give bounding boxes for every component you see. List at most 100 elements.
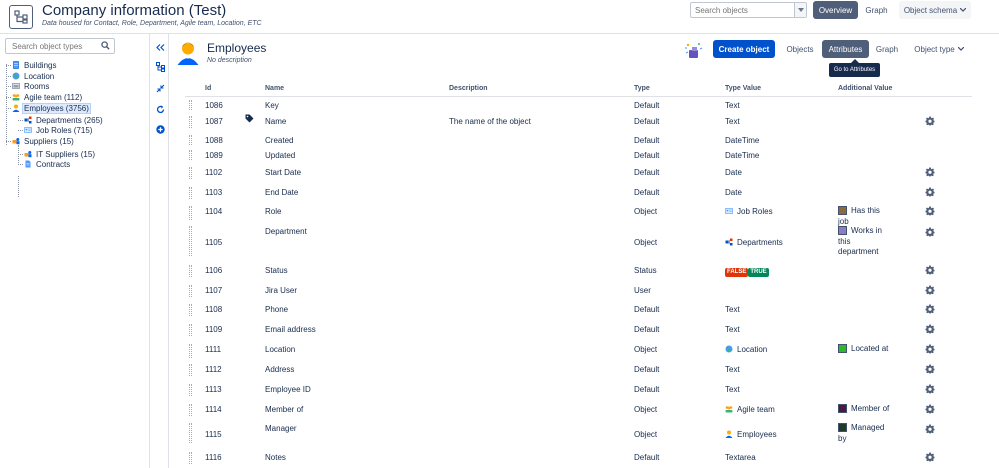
table-row[interactable]: 1087 Name The name of the object Default Tex…: [185, 114, 972, 130]
type-value-label: Text: [725, 365, 740, 374]
table-row[interactable]: 1113 Employee ID Default Text: [185, 384, 972, 398]
chevron-down-icon: [957, 47, 964, 51]
add-object-type-icon[interactable]: [155, 124, 165, 134]
object-schema-button[interactable]: Object schema: [899, 1, 971, 19]
drag-handle[interactable]: [189, 150, 192, 160]
table-row[interactable]: 1102 Start Date Default Date: [185, 167, 972, 181]
drag-handle[interactable]: [189, 116, 192, 128]
drag-handle[interactable]: [189, 344, 192, 358]
drag-handle[interactable]: [189, 265, 192, 277]
tab-objects[interactable]: Objects: [783, 40, 817, 58]
gear-icon[interactable]: [925, 324, 935, 334]
attribute-type: Status: [634, 266, 657, 275]
drag-handle[interactable]: [189, 404, 192, 416]
create-object-button[interactable]: Create object: [713, 40, 775, 58]
table-row[interactable]: 1086 Key Default Text: [185, 100, 972, 112]
hierarchy-icon[interactable]: [155, 62, 165, 72]
object-type-search-field[interactable]: [5, 38, 115, 54]
table-row[interactable]: 1107 Jira User User: [185, 285, 972, 299]
attribute-type: Default: [634, 325, 660, 334]
table-row[interactable]: 1116 Notes Default Textarea: [185, 452, 972, 466]
search-objects-field[interactable]: [690, 2, 807, 18]
sidebar-item-employees[interactable]: Employees (3756): [12, 102, 91, 114]
drag-handle[interactable]: [189, 206, 192, 220]
attribute-type: Default: [634, 188, 660, 197]
collapse-all-icon[interactable]: [155, 83, 165, 93]
table-row[interactable]: 1109 Email address Default Text: [185, 324, 972, 338]
drag-handle[interactable]: [189, 226, 192, 256]
drag-handle[interactable]: [189, 384, 192, 396]
additional-value: Managed by: [838, 423, 890, 444]
attribute-id: 1116: [205, 453, 222, 462]
gear-icon[interactable]: [925, 452, 935, 462]
gear-icon[interactable]: [925, 167, 935, 177]
table-row[interactable]: 1112 Address Default Text: [185, 364, 972, 378]
table-row[interactable]: 1108 Phone Default Text: [185, 304, 972, 318]
person-icon: [725, 430, 733, 438]
table-row[interactable]: 1089 Updated Default DateTime: [185, 150, 972, 162]
additional-value: Member of: [838, 404, 890, 415]
drag-handle[interactable]: [189, 423, 192, 443]
gear-icon[interactable]: [925, 116, 935, 126]
gear-icon[interactable]: [925, 187, 935, 197]
chevron-down-icon[interactable]: [794, 3, 806, 17]
drag-handle[interactable]: [189, 285, 192, 297]
object-type-menu-button[interactable]: Object type: [912, 40, 966, 58]
table-row[interactable]: 1114 Member of Object Agile team Member of: [185, 404, 972, 418]
gear-icon[interactable]: [925, 227, 935, 237]
attribute-type: Default: [634, 385, 660, 394]
gear-icon[interactable]: [925, 404, 935, 414]
gear-icon[interactable]: [925, 265, 935, 275]
table-row[interactable]: 1106 Status Status FALSE TRUE: [185, 265, 972, 279]
sidebar-item-buildings[interactable]: Buildings: [12, 60, 57, 70]
gear-icon[interactable]: [925, 285, 935, 295]
gear-icon[interactable]: [925, 364, 935, 374]
overview-button[interactable]: Overview: [813, 1, 858, 19]
attribute-type-value: Date: [725, 188, 742, 197]
table-row[interactable]: 1105 Department Object Departments Works in …: [185, 226, 972, 258]
attribute-type: Default: [634, 151, 660, 160]
table-row[interactable]: 1103 End Date Default Date: [185, 187, 972, 201]
attribute-id: 1104: [205, 207, 223, 216]
drag-handle[interactable]: [189, 135, 192, 145]
attribute-id: 1112: [205, 365, 222, 374]
column-header-type-value: Type Value: [725, 85, 762, 92]
sidebar-item-job-roles[interactable]: Job Roles (715): [24, 125, 93, 135]
search-objects-input[interactable]: [691, 3, 795, 17]
drag-handle[interactable]: [189, 167, 192, 179]
table-row[interactable]: 1115 Manager Object Employees Managed by: [185, 423, 972, 445]
attribute-id: 1109: [205, 325, 223, 334]
tab-attributes[interactable]: Attributes: [822, 40, 869, 58]
drag-handle[interactable]: [189, 100, 192, 110]
gear-icon[interactable]: [925, 304, 935, 314]
search-icon[interactable]: [101, 41, 110, 50]
sidebar-item-departments[interactable]: Departments (265): [24, 115, 104, 125]
drag-handle[interactable]: [189, 187, 192, 199]
table-row[interactable]: 1104 Role Object Job Roles Has this job: [185, 206, 972, 226]
sidebar-item-location[interactable]: Location: [12, 71, 55, 81]
tab-graph[interactable]: Graph: [873, 40, 901, 58]
additional-value: Works in this department: [838, 226, 890, 258]
sidebar-item-agile-team[interactable]: Agile team (112): [12, 92, 83, 102]
sidebar-item-rooms[interactable]: Rooms: [12, 81, 50, 91]
gear-icon[interactable]: [925, 384, 935, 394]
object-type-search-input[interactable]: [6, 39, 100, 53]
sidebar-item-it-suppliers[interactable]: IT Suppliers (15): [24, 149, 96, 159]
refresh-icon[interactable]: [155, 104, 165, 114]
table-row[interactable]: 1088 Created Default DateTime: [185, 135, 972, 147]
collapse-sidebar-icon[interactable]: [155, 42, 165, 52]
sidebar-item-label: Departments (265): [36, 115, 103, 125]
gear-icon[interactable]: [925, 424, 935, 434]
object-schema-label: Object schema: [903, 5, 958, 15]
graph-button[interactable]: Graph: [861, 1, 892, 19]
drag-handle[interactable]: [189, 364, 192, 376]
sidebar-item-suppliers[interactable]: Suppliers (15): [12, 136, 75, 146]
drag-handle[interactable]: [189, 304, 192, 316]
drag-handle[interactable]: [189, 452, 192, 464]
type-value-label: Date: [725, 168, 742, 177]
table-row[interactable]: 1111 Location Object Location Located at: [185, 344, 972, 360]
sidebar-item-contracts[interactable]: Contracts: [24, 159, 71, 169]
gear-icon[interactable]: [925, 344, 935, 354]
drag-handle[interactable]: [189, 324, 192, 336]
gear-icon[interactable]: [925, 206, 935, 216]
